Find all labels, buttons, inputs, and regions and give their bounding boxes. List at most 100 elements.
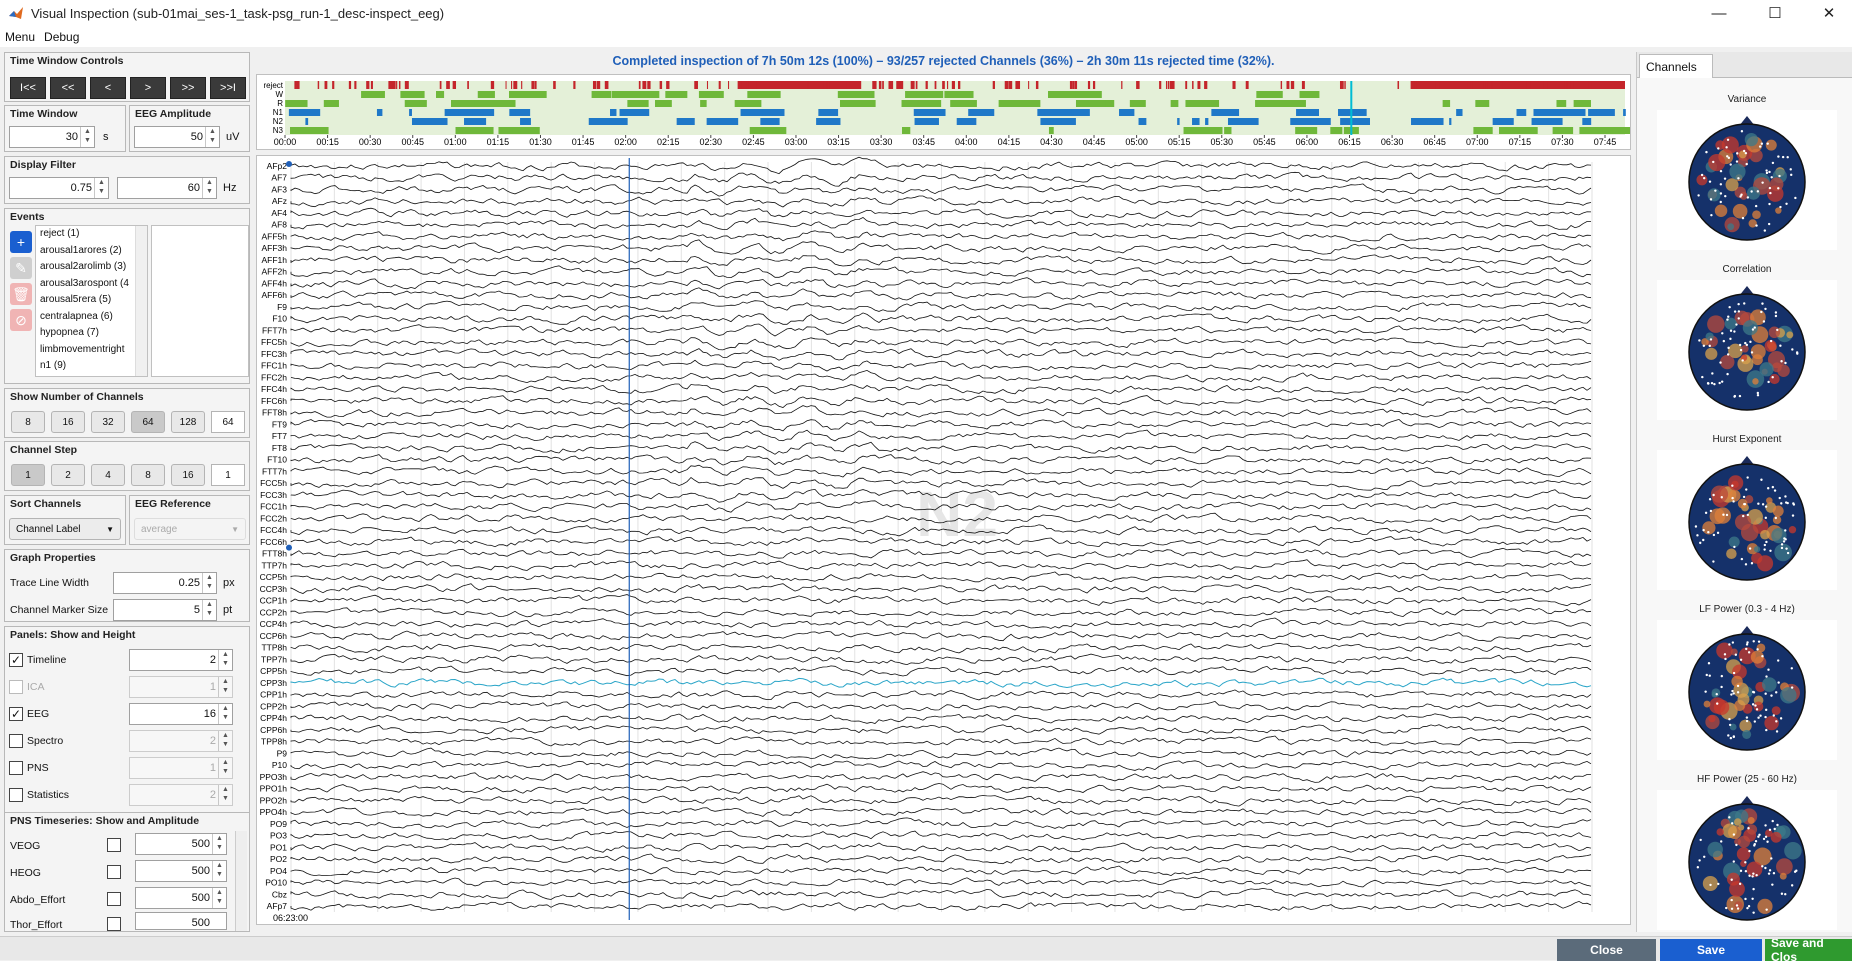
spinner-arrows-icon[interactable]: ▲ ▼ [218,704,232,724]
statistics-height-input[interactable]: 2 ▲ ▼ [129,784,233,806]
channel-label[interactable]: FFC5h [261,337,287,347]
topoplot[interactable]: Variance [1657,94,1837,250]
channel-label[interactable]: AF7 [271,173,287,183]
list-item[interactable]: limbmovementright [36,342,147,359]
pns-scrollbar[interactable] [235,831,247,931]
save-button[interactable]: Save [1660,939,1762,961]
channel-label[interactable]: AF8 [271,220,287,230]
step-custom-input[interactable]: 1 [211,464,245,486]
tab-channels[interactable]: Channels [1639,54,1713,78]
channel-label[interactable]: AFF3h [261,243,287,253]
channel-label[interactable]: CPP3h [260,678,287,688]
menu-item-menu[interactable]: Menu [5,30,35,44]
channel-marker-handle[interactable] [286,544,292,551]
channel-label[interactable]: AF4 [271,208,287,218]
channel-label[interactable]: CPP2h [260,701,287,711]
channel-marker-handle[interactable] [286,161,292,167]
list-item[interactable]: arousal1arores (2) [36,243,147,260]
nav-first-button[interactable]: I<< [10,77,46,99]
thor-effort-amplitude-input[interactable]: 500 [135,912,227,930]
channel-label[interactable]: FTT8h [262,549,287,559]
thor-effort-checkbox[interactable] [107,917,121,931]
maximize-button[interactable]: ☐ [1752,0,1798,26]
channel-label[interactable]: CPP1h [260,690,287,700]
veog-checkbox[interactable] [107,838,121,852]
list-item[interactable]: n1 (9) [36,358,147,375]
spinner-arrows-icon[interactable]: ▲ ▼ [202,178,216,198]
channel-label[interactable]: FTT7h [262,466,287,476]
pns-checkbox[interactable] [9,761,23,775]
channels-option-32[interactable]: 32 [91,411,125,433]
list-item[interactable]: arousal3arospont (4 [36,276,147,293]
pns-height-input[interactable]: 1 ▲ ▼ [129,757,233,779]
statistics-checkbox[interactable] [9,788,23,802]
topoplot[interactable]: LF Power (0.3 - 4 Hz) [1657,604,1837,760]
channel-label[interactable]: FT7 [272,431,287,441]
spinner-arrows-icon[interactable]: ▲ ▼ [80,127,94,147]
step-option-8[interactable]: 8 [131,464,165,486]
channel-label[interactable]: FFC3h [261,349,287,359]
timeline-height-input[interactable]: 2 ▲ ▼ [129,649,233,671]
spinner-arrows-icon[interactable]: ▲ ▼ [218,677,232,697]
channel-label[interactable]: TTP8h [261,643,287,653]
channel-label[interactable]: FFC2h [261,372,287,382]
eeg-reference-select[interactable]: average ▼ [134,518,246,540]
channel-label[interactable]: PO10 [265,878,287,888]
abdo-effort-amplitude-input[interactable]: 500 ▲ ▼ [135,887,227,909]
edit-event-icon[interactable]: ✎ [10,257,32,279]
channel-label[interactable]: PO9 [270,819,287,829]
channel-label[interactable]: FCC1h [260,502,287,512]
step-option-4[interactable]: 4 [91,464,125,486]
menu-item-debug[interactable]: Debug [44,30,79,44]
spinner-arrows-icon[interactable]: ▲ ▼ [218,731,232,751]
channel-label[interactable]: FFT7h [262,325,287,335]
channel-marker-size-input[interactable]: 5 ▲ ▼ [113,599,217,621]
channel-label[interactable]: AFp7 [267,901,288,911]
list-item[interactable]: centralapnea (6) [36,309,147,326]
ica-checkbox[interactable] [9,680,23,694]
filter-high-input[interactable]: 60 ▲ ▼ [117,177,217,199]
channel-label[interactable]: F9 [277,302,287,312]
eeg-amplitude-input[interactable]: 50 ▲ ▼ [134,126,220,148]
channel-label[interactable]: PO2 [270,854,287,864]
sort-channels-select[interactable]: Channel Label ▼ [9,518,121,540]
heog-checkbox[interactable] [107,865,121,879]
save-and-close-button[interactable]: Save and Clos [1765,939,1852,961]
spinner-arrows-icon[interactable]: ▲ ▼ [218,785,232,805]
timeline-chart[interactable]: rejectWRN1N2N3 00:00 00:15 00:30 00:45 01:00 0… [257,75,1653,149]
block-event-icon[interactable]: ⊘ [10,309,32,331]
channel-label[interactable]: PPO4h [260,807,288,817]
nav-back-large-button[interactable]: << [50,77,86,99]
channel-label[interactable]: CCP6h [260,631,288,641]
channel-label[interactable]: F10 [272,314,287,324]
channels-custom-input[interactable]: 64 [211,411,245,433]
channels-option-16[interactable]: 16 [51,411,85,433]
list-item[interactable]: arousal2arolimb (3) [36,259,147,276]
list-item[interactable]: hypopnea (7) [36,325,147,342]
channel-label[interactable]: AFF6h [261,290,287,300]
time-window-input[interactable]: 30 ▲ ▼ [9,126,95,148]
minimize-button[interactable]: — [1696,0,1742,26]
step-option-16[interactable]: 16 [171,464,205,486]
timeline-checkbox[interactable]: ✓ [9,653,23,667]
nav-last-button[interactable]: >>I [210,77,246,99]
spinner-arrows-icon[interactable]: ▲ ▼ [218,650,232,670]
channel-label[interactable]: AFF4h [261,278,287,288]
close-window-button[interactable]: ✕ [1806,0,1852,26]
trace-line-width-input[interactable]: 0.25 ▲ ▼ [113,572,217,594]
channel-label[interactable]: AF3 [271,184,287,194]
topoplot[interactable]: Correlation [1657,264,1837,420]
channel-label[interactable]: FT8 [272,443,287,453]
spinner-arrows-icon[interactable]: ▲ ▼ [212,861,226,881]
veog-amplitude-input[interactable]: 500 ▲ ▼ [135,833,227,855]
events-scrollbar[interactable] [135,226,147,376]
list-item[interactable]: reject (1) [36,226,147,243]
eeg-checkbox[interactable]: ✓ [9,707,23,721]
channel-label[interactable]: CCP5h [260,572,288,582]
channel-label[interactable]: AFF5h [261,231,287,241]
channels-option-64[interactable]: 64 [131,411,165,433]
ica-height-input[interactable]: 1 ▲ ▼ [129,676,233,698]
channel-label[interactable]: P9 [277,748,288,758]
spinner-arrows-icon[interactable]: ▲ ▼ [218,758,232,778]
spinner-arrows-icon[interactable]: ▲ ▼ [205,127,219,147]
